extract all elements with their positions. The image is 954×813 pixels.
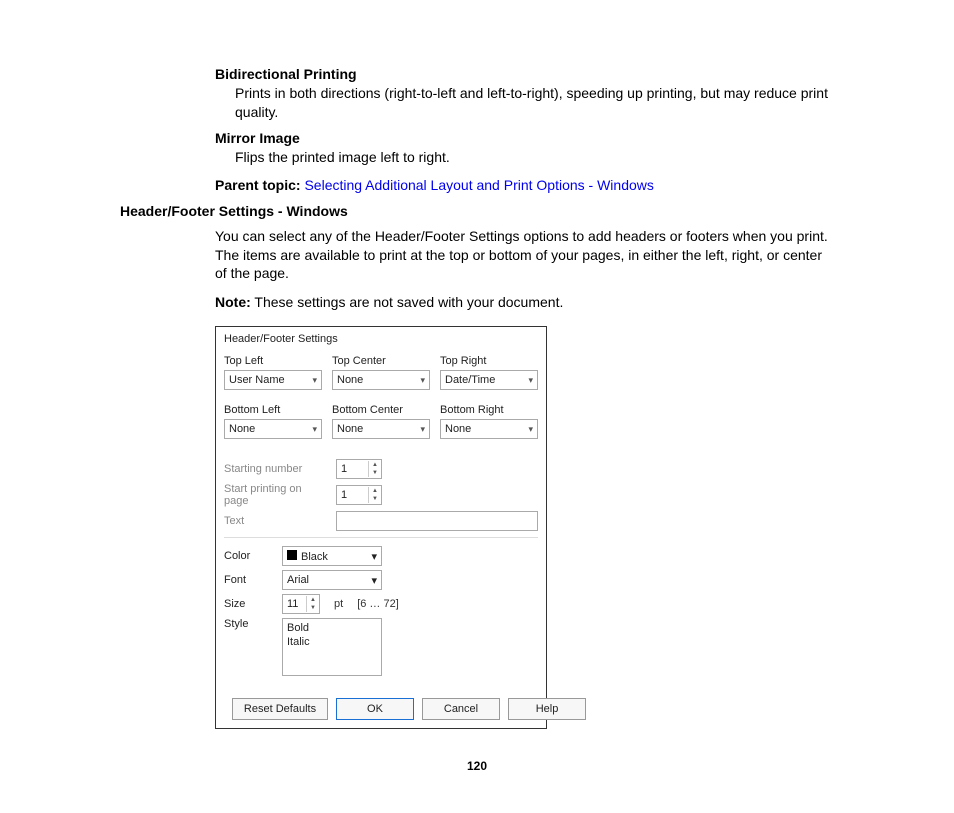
divider: [224, 537, 538, 538]
top-left-label: Top Left: [224, 355, 322, 367]
chevron-down-icon: ▾: [312, 375, 317, 386]
note-text: These settings are not saved with your d…: [251, 294, 564, 310]
top-center-value: None: [337, 374, 363, 386]
color-select[interactable]: Black ▾: [282, 546, 382, 566]
color-swatch-icon: [287, 550, 297, 560]
term-mirror: Mirror Image: [215, 130, 834, 146]
style-listbox[interactable]: Bold Italic: [282, 618, 382, 676]
size-unit: pt: [334, 598, 343, 610]
intro-paragraph: You can select any of the Header/Footer …: [215, 227, 834, 284]
color-value: Black: [301, 551, 328, 563]
bottom-center-label: Bottom Center: [332, 404, 430, 416]
spinner-arrows-icon: ▲▼: [368, 461, 381, 477]
size-label: Size: [224, 598, 274, 610]
page-number: 120: [120, 759, 834, 773]
chevron-down-icon: ▾: [528, 375, 533, 386]
font-value: Arial: [287, 574, 371, 586]
note-label: Note:: [215, 294, 251, 310]
ok-button[interactable]: OK: [336, 698, 414, 720]
chevron-down-icon: ▾: [420, 375, 425, 386]
text-input[interactable]: [336, 511, 538, 531]
top-center-select[interactable]: None ▾: [332, 370, 430, 390]
dialog-title: Header/Footer Settings: [216, 327, 546, 351]
style-label: Style: [224, 618, 274, 630]
style-option-bold[interactable]: Bold: [287, 622, 377, 636]
bottom-center-value: None: [337, 423, 363, 435]
desc-bidirectional: Prints in both directions (right-to-left…: [235, 84, 834, 122]
bottom-center-select[interactable]: None ▾: [332, 419, 430, 439]
start-on-page-value: 1: [337, 489, 368, 501]
chevron-down-icon: ▾: [312, 424, 317, 435]
reset-defaults-button[interactable]: Reset Defaults: [232, 698, 328, 720]
parent-topic-line: Parent topic: Selecting Additional Layou…: [215, 177, 834, 193]
top-left-select[interactable]: User Name ▾: [224, 370, 322, 390]
top-right-value: Date/Time: [445, 374, 495, 386]
bottom-left-select[interactable]: None ▾: [224, 419, 322, 439]
bottom-left-value: None: [229, 423, 255, 435]
desc-mirror: Flips the printed image left to right.: [235, 148, 834, 167]
note-paragraph: Note: These settings are not saved with …: [215, 293, 834, 312]
size-value: 11: [283, 598, 306, 610]
bottom-right-value: None: [445, 423, 471, 435]
chevron-down-icon: ▾: [371, 550, 377, 563]
color-label: Color: [224, 550, 274, 562]
starting-number-spinner[interactable]: 1 ▲▼: [336, 459, 382, 479]
start-on-page-label: Start printing on page: [224, 483, 328, 507]
section-title: Header/Footer Settings - Windows: [120, 203, 834, 219]
starting-number-value: 1: [337, 463, 368, 475]
spinner-arrows-icon: ▲▼: [306, 596, 319, 612]
bottom-left-label: Bottom Left: [224, 404, 322, 416]
bottom-right-select[interactable]: None ▾: [440, 419, 538, 439]
top-left-value: User Name: [229, 374, 285, 386]
top-right-label: Top Right: [440, 355, 538, 367]
spinner-arrows-icon: ▲▼: [368, 487, 381, 503]
parent-topic-link[interactable]: Selecting Additional Layout and Print Op…: [304, 177, 653, 193]
font-select[interactable]: Arial ▾: [282, 570, 382, 590]
chevron-down-icon: ▾: [528, 424, 533, 435]
font-label: Font: [224, 574, 274, 586]
parent-topic-label: Parent topic:: [215, 177, 301, 193]
top-right-select[interactable]: Date/Time ▾: [440, 370, 538, 390]
size-spinner[interactable]: 11 ▲▼: [282, 594, 320, 614]
term-bidirectional: Bidirectional Printing: [215, 66, 834, 82]
starting-number-label: Starting number: [224, 463, 328, 475]
top-center-label: Top Center: [332, 355, 430, 367]
bottom-right-label: Bottom Right: [440, 404, 538, 416]
style-option-italic[interactable]: Italic: [287, 636, 377, 650]
chevron-down-icon: ▾: [371, 574, 377, 587]
header-footer-dialog: Header/Footer Settings Top Left User Nam…: [215, 326, 547, 729]
text-label: Text: [224, 515, 328, 527]
size-range: [6 … 72]: [357, 598, 399, 610]
cancel-button[interactable]: Cancel: [422, 698, 500, 720]
chevron-down-icon: ▾: [420, 424, 425, 435]
start-on-page-spinner[interactable]: 1 ▲▼: [336, 485, 382, 505]
help-button[interactable]: Help: [508, 698, 586, 720]
